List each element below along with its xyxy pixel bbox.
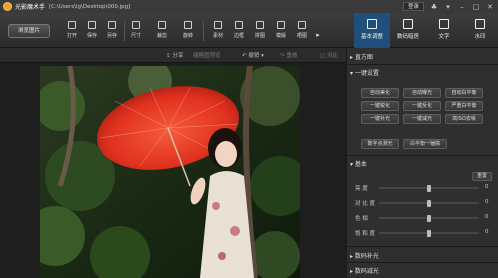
save-button[interactable]: 保存 — [81, 21, 103, 39]
auto-beautify-button[interactable]: 自动美化 — [361, 88, 399, 98]
strict-white-balance-button[interactable]: 严重白平衡 — [445, 101, 483, 111]
divider — [347, 155, 498, 156]
crop-button[interactable]: 裁剪 — [151, 21, 173, 39]
print-photo-button[interactable]: 晒图 — [291, 21, 313, 39]
auto-exposure-button[interactable]: 自动曝光 — [403, 88, 441, 98]
rotate-icon — [184, 21, 192, 29]
title-bar: 光影魔术手 [C:\Users\lg\Desktop\000.jpg] 登录 ♣… — [0, 0, 498, 13]
collage-icon — [256, 21, 264, 29]
view-toolbar: ⇪ 分享 缩略图预览 ↶ 撤销 ▾ ↷ 重做 ◫ 对比 — [0, 48, 346, 63]
resize-button[interactable]: 尺寸 — [125, 21, 147, 39]
material-button[interactable]: 素材 — [207, 21, 229, 39]
minimize-icon[interactable]: – — [458, 3, 466, 11]
thumbnail-preview-button[interactable]: 缩略图预览 — [193, 51, 221, 59]
more-tools-button[interactable]: ▸ — [313, 31, 323, 39]
tab-basic-adjust[interactable]: 基本调整 — [354, 13, 390, 48]
resize-icon — [132, 21, 140, 29]
text-icon — [439, 19, 449, 29]
divider — [347, 246, 498, 247]
crop-icon — [158, 21, 166, 29]
oneclick-section[interactable]: ▾ 一键设置 — [350, 68, 379, 77]
slider-thumb[interactable] — [427, 185, 431, 192]
basic-section[interactable]: ▾ 基本 — [350, 159, 367, 168]
border-button[interactable]: 边框 — [228, 21, 250, 39]
save-as-icon — [108, 21, 116, 29]
photo-image — [40, 66, 300, 278]
share-button[interactable]: ⇪ 分享 — [166, 51, 183, 59]
high-iso-denoise-button[interactable]: 高ISO去噪 — [445, 114, 483, 124]
image-canvas[interactable] — [0, 63, 346, 278]
menu-icon[interactable]: ▾ — [444, 3, 452, 11]
slider-thumb[interactable] — [427, 200, 431, 207]
open-button[interactable]: 打开 — [61, 21, 83, 39]
file-path: [C:\Users\lg\Desktop\000.jpg] — [49, 3, 131, 10]
histogram-section[interactable]: ▸ 直方图 — [350, 52, 373, 61]
watermark-icon — [475, 19, 485, 29]
border-icon — [235, 21, 243, 29]
sharpen-button[interactable]: 一键锐化 — [361, 101, 399, 111]
toolbar-divider — [203, 21, 204, 41]
template-button[interactable]: 模版 — [270, 21, 292, 39]
slider-thumb[interactable] — [427, 215, 431, 222]
reset-button[interactable]: 重置 — [472, 172, 492, 181]
saturation-slider[interactable] — [379, 230, 479, 237]
panel-tabs: 基本调整 数码暗房 文字 水印 — [354, 13, 498, 48]
material-icon — [214, 21, 222, 29]
spot-metering-button[interactable]: 数字点测光 — [361, 139, 399, 149]
divider — [347, 64, 498, 65]
print-photo-icon — [298, 21, 306, 29]
fill-light-button[interactable]: 一键补光 — [361, 114, 399, 124]
digital-fill-section[interactable]: ▸ 数码补光 — [350, 251, 379, 260]
white-balance-hammer-button[interactable]: 白平衡一锤搞 — [403, 139, 447, 149]
brightness-slider[interactable] — [379, 185, 479, 192]
auto-white-balance-button[interactable]: 自动白平衡 — [445, 88, 483, 98]
tab-text[interactable]: 文字 — [426, 13, 462, 48]
skin-icon[interactable]: ♣ — [430, 3, 438, 11]
undo-button[interactable]: ↶ 撤销 ▾ — [242, 51, 264, 59]
divider — [347, 262, 498, 263]
reduce-light-button[interactable]: 一键减光 — [403, 114, 441, 124]
collage-button[interactable]: 拼图 — [249, 21, 271, 39]
photo — [40, 66, 300, 278]
hue-slider[interactable] — [379, 215, 479, 222]
app-title: 光影魔术手 — [15, 4, 46, 11]
adjust-panel: ▸ 直方图 ▾ 一键设置 自动美化 自动曝光 自动白平衡 一键锐化 一键反化 严… — [346, 48, 498, 278]
contrast-slider[interactable] — [379, 200, 479, 207]
slider-thumb[interactable] — [427, 230, 431, 237]
compare-button[interactable]: ◫ 对比 — [320, 51, 338, 59]
tab-digital-darkroom[interactable]: 数码暗房 — [390, 13, 426, 48]
one-click-reverse-button[interactable]: 一键反化 — [403, 101, 441, 111]
browse-images-button[interactable]: 浏览图片 — [8, 24, 50, 38]
digital-reduce-section[interactable]: ▸ 数码减光 — [350, 266, 379, 275]
redo-button[interactable]: ↷ 重做 — [280, 51, 297, 59]
adjust-icon — [367, 19, 377, 29]
close-icon[interactable]: ✕ — [486, 3, 494, 11]
save-icon — [88, 21, 96, 29]
tab-watermark[interactable]: 水印 — [462, 13, 498, 48]
save-as-button[interactable]: 另存 — [101, 21, 123, 39]
app-logo-icon — [3, 2, 12, 11]
open-icon — [68, 21, 76, 29]
maximize-icon[interactable]: □ — [472, 3, 480, 11]
camera-icon — [403, 19, 413, 29]
login-button[interactable]: 登录 — [402, 2, 424, 11]
template-icon — [277, 21, 285, 29]
rotate-button[interactable]: 旋转 — [177, 21, 199, 39]
